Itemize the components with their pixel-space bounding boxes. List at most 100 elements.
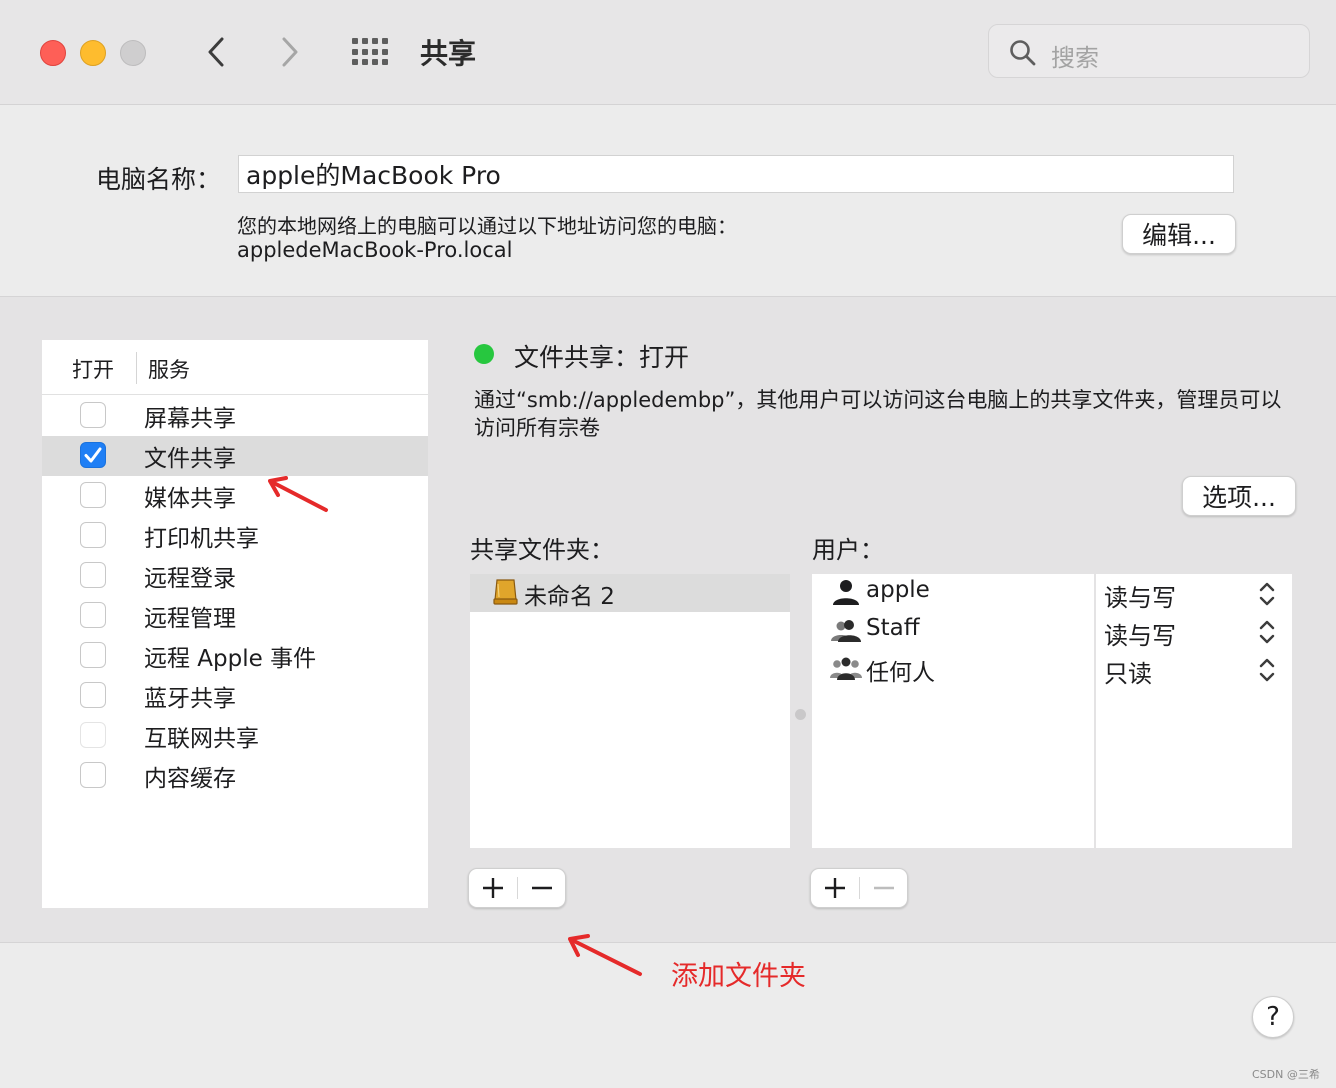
forward-button[interactable]	[270, 30, 310, 74]
service-checkbox[interactable]	[80, 402, 106, 428]
zoom-window-button[interactable]	[120, 40, 146, 66]
titlebar: 共享 搜索	[0, 0, 1336, 105]
user-name: apple	[866, 577, 930, 603]
drive-icon	[493, 579, 518, 605]
add-folder-button[interactable]	[469, 869, 517, 907]
permission-popup[interactable]: 读与写	[1096, 574, 1292, 612]
add-user-button[interactable]	[811, 869, 859, 907]
local-hostname: appledeMacBook-Pro.local	[237, 238, 513, 262]
show-all-grid-icon[interactable]	[352, 38, 390, 66]
service-label: 远程 Apple 事件	[144, 646, 317, 672]
help-button[interactable]: ?	[1252, 996, 1294, 1038]
service-row-internet-sharing[interactable]: 互联网共享	[42, 716, 428, 756]
edit-button[interactable]: 编辑...	[1122, 214, 1236, 254]
service-label: 蓝牙共享	[144, 686, 236, 712]
service-checkbox[interactable]	[80, 442, 106, 468]
column-header-on[interactable]: 打开	[72, 354, 114, 384]
service-row-printer-sharing[interactable]: 打印机共享	[42, 516, 428, 556]
annotation-text: 添加文件夹	[671, 961, 806, 992]
user-row[interactable]: 任何人	[812, 650, 1094, 688]
remove-folder-button[interactable]	[518, 869, 566, 907]
window-title: 共享	[420, 37, 477, 70]
shared-folders-label: 共享文件夹：	[470, 536, 614, 564]
service-checkbox[interactable]	[80, 522, 106, 548]
computer-name-label: 电脑名称：	[96, 165, 222, 194]
permission-popup[interactable]: 读与写	[1096, 612, 1292, 650]
users-list[interactable]: apple Staff 任何人	[812, 574, 1094, 848]
service-checkbox[interactable]	[80, 482, 106, 508]
search-placeholder: 搜索	[1051, 44, 1099, 72]
service-status: 文件共享：打开	[514, 343, 690, 372]
permission-popup[interactable]: 只读	[1096, 650, 1292, 688]
minus-icon	[874, 886, 894, 890]
service-label: 远程管理	[144, 606, 236, 632]
search-icon	[1010, 40, 1036, 66]
column-header-service[interactable]: 服务	[148, 354, 190, 384]
folder-row[interactable]: 未命名 2	[470, 574, 790, 612]
service-row-remote-apple-events[interactable]: 远程 Apple 事件	[42, 636, 428, 676]
stepper-arrows-icon	[1259, 582, 1275, 606]
service-row-media-sharing[interactable]: 媒体共享	[42, 476, 428, 516]
permission-value: 读与写	[1104, 622, 1176, 650]
close-window-button[interactable]	[40, 40, 66, 66]
folder-name: 未命名 2	[524, 584, 615, 610]
service-label: 文件共享	[144, 446, 236, 472]
service-row-content-caching[interactable]: 内容缓存	[42, 756, 428, 796]
service-checkbox[interactable]	[80, 562, 106, 588]
permission-value: 只读	[1104, 660, 1152, 688]
stepper-arrows-icon	[1259, 620, 1275, 644]
user-add-remove-control	[810, 868, 908, 908]
minimize-window-button[interactable]	[80, 40, 106, 66]
status-indicator	[474, 344, 494, 364]
service-row-file-sharing[interactable]: 文件共享	[42, 436, 428, 476]
minus-icon	[532, 886, 552, 890]
service-row-screen-sharing[interactable]: 屏幕共享	[42, 396, 428, 436]
services-list-header: 打开 服务	[42, 340, 428, 395]
stepper-arrows-icon	[1259, 658, 1275, 682]
computer-name-input[interactable]	[238, 155, 1234, 193]
options-button[interactable]: 选项...	[1182, 476, 1296, 516]
user-row[interactable]: apple	[812, 574, 1094, 612]
splitter-handle[interactable]	[795, 709, 806, 720]
chevron-right-icon	[282, 37, 298, 67]
chevron-left-icon	[208, 37, 224, 67]
service-label: 打印机共享	[144, 526, 259, 552]
user-name: 任何人	[866, 660, 935, 686]
service-label: 媒体共享	[144, 486, 236, 512]
service-checkbox[interactable]	[80, 602, 106, 628]
user-row[interactable]: Staff	[812, 612, 1094, 650]
service-checkbox[interactable]	[80, 642, 106, 668]
folder-add-remove-control	[468, 868, 566, 908]
everyone-icon	[830, 657, 862, 680]
service-label: 内容缓存	[144, 766, 236, 792]
user-icon	[833, 580, 859, 605]
service-row-bluetooth-sharing[interactable]: 蓝牙共享	[42, 676, 428, 716]
search-field[interactable]: 搜索	[988, 24, 1310, 78]
back-button[interactable]	[196, 30, 236, 74]
service-label: 屏幕共享	[144, 406, 236, 432]
column-divider	[136, 352, 137, 384]
service-label: 互联网共享	[144, 726, 259, 752]
permission-value: 读与写	[1104, 584, 1176, 612]
service-checkbox[interactable]	[80, 722, 106, 748]
user-name: Staff	[866, 615, 920, 641]
service-description: 通过“smb://appledembp”，其他用户可以访问这台电脑上的共享文件夹…	[474, 388, 1282, 440]
annotation-arrow-icon	[268, 476, 328, 512]
service-checkbox[interactable]	[80, 762, 106, 788]
users-label: 用户：	[812, 536, 884, 564]
checkmark-icon	[84, 447, 102, 463]
service-row-remote-management[interactable]: 远程管理	[42, 596, 428, 636]
permissions-list: 读与写 读与写 只读	[1096, 574, 1292, 848]
service-checkbox[interactable]	[80, 682, 106, 708]
services-list: 打开 服务 屏幕共享 文件共享 媒体共享 打印机共享 远程登录 远程管理 远程 …	[42, 340, 428, 908]
shared-folders-list[interactable]: 未命名 2	[470, 574, 790, 848]
group-icon	[831, 620, 861, 642]
plus-icon	[825, 878, 845, 898]
address-description: 您的本地网络上的电脑可以通过以下地址访问您的电脑：	[237, 214, 737, 238]
annotation-arrow-icon	[568, 934, 642, 976]
service-label: 远程登录	[144, 566, 236, 592]
remove-user-button[interactable]	[860, 869, 908, 907]
watermark: CSDN @三希	[1252, 1068, 1320, 1081]
service-row-remote-login[interactable]: 远程登录	[42, 556, 428, 596]
plus-icon	[483, 878, 503, 898]
